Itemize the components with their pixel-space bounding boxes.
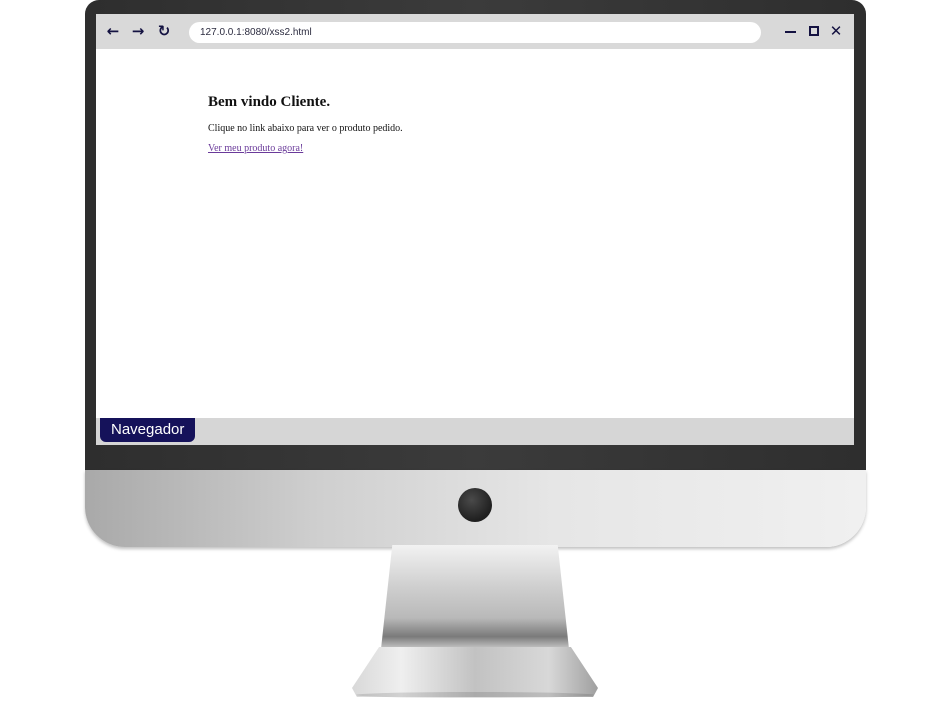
monitor-stand-base [352, 647, 598, 697]
browser-name-label: Navegador [100, 418, 196, 442]
arrow-right-icon[interactable]: → [130, 23, 146, 39]
arrow-left-icon[interactable]: ← [105, 23, 121, 39]
close-icon[interactable]: ✕ [829, 23, 843, 39]
maximize-icon[interactable] [807, 23, 821, 39]
minimize-icon[interactable] [784, 23, 798, 39]
browser-window: ← → ↻ ✕ Bem vindo Cliente. Clique no lin… [96, 14, 854, 445]
page-title: Bem vindo Cliente. [208, 94, 331, 110]
product-link[interactable]: Ver meu produto agora! [208, 143, 303, 154]
reload-icon[interactable]: ↻ [156, 23, 172, 39]
page-instructions: Clique no link abaixo para ver o produto… [208, 123, 403, 134]
monitor-logo-circle [458, 488, 492, 522]
browser-footer: Navegador [96, 418, 854, 445]
address-bar[interactable] [189, 22, 761, 43]
monitor-stand-neck [381, 545, 569, 649]
browser-toolbar: ← → ↻ ✕ [96, 14, 854, 49]
page-content: Bem vindo Cliente. Clique no link abaixo… [208, 94, 828, 156]
monitor-stand-shadow [356, 692, 594, 698]
